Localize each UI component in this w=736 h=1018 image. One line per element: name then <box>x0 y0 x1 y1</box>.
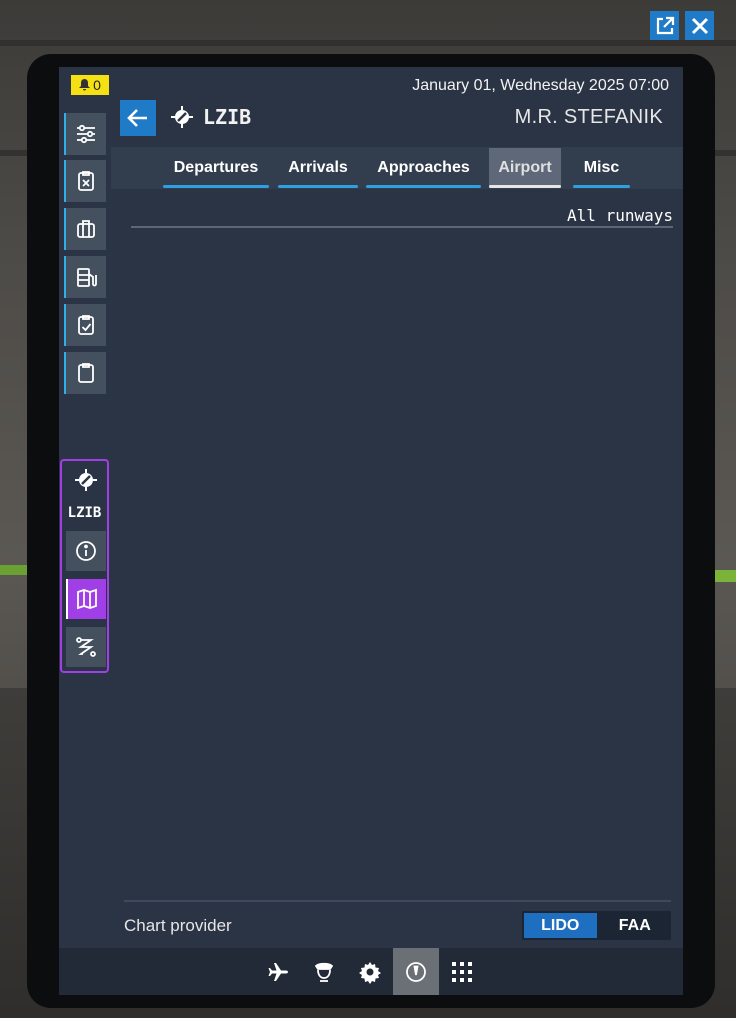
airport-info-button[interactable] <box>66 531 106 571</box>
airport-route-button[interactable] <box>66 627 106 667</box>
fuel-icon <box>77 268 97 287</box>
divider <box>131 226 673 228</box>
efb-screen: 0 LZIB January 01, Wednesday 2025 07:00 … <box>59 67 683 995</box>
provider-option-lido[interactable]: LIDO <box>524 913 597 938</box>
clipboard-x-icon <box>78 171 94 191</box>
tab-label: Departures <box>173 159 259 176</box>
sidebar-item-fuel[interactable] <box>64 256 106 298</box>
airport-name: M.R. STEFANIK <box>514 106 663 128</box>
clipboard-check-icon <box>78 315 94 335</box>
provider-option-faa[interactable]: FAA <box>599 911 672 940</box>
tab-airport[interactable]: Airport <box>489 148 561 188</box>
bg-beam <box>0 40 736 46</box>
gear-icon[interactable] <box>347 948 393 995</box>
tab-approaches[interactable]: Approaches <box>366 148 481 188</box>
sliders-icon <box>77 124 95 144</box>
back-button[interactable] <box>120 100 156 136</box>
sidebar-item-weight[interactable] <box>64 160 106 202</box>
notification-count: 0 <box>93 77 101 93</box>
sidebar: 0 LZIB <box>59 67 111 948</box>
airport-group-label: LZIB <box>67 505 102 521</box>
clipboard-icon <box>78 363 94 383</box>
chart-provider-toggle: LIDO FAA <box>522 911 671 940</box>
pilot-icon[interactable] <box>301 948 347 995</box>
tab-label: Misc <box>583 159 620 176</box>
chart-provider-label: Chart provider <box>124 916 232 935</box>
tab-arrivals[interactable]: Arrivals <box>278 148 358 188</box>
external-link-icon[interactable] <box>650 11 679 40</box>
runway-filter[interactable]: All runways <box>567 206 673 225</box>
airport-charts-button[interactable] <box>66 579 106 619</box>
sidebar-item-notes[interactable] <box>64 352 106 394</box>
sidebar-item-checklist[interactable] <box>64 304 106 346</box>
notification-badge[interactable]: 0 <box>71 75 109 95</box>
page-title: LZIB <box>169 104 251 130</box>
plane-icon[interactable] <box>255 948 301 995</box>
tab-departures[interactable]: Departures <box>163 148 269 188</box>
arrow-left-icon <box>127 109 147 127</box>
close-icon[interactable] <box>685 11 714 40</box>
airport-group: LZIB <box>60 459 109 673</box>
airport-icon <box>75 469 97 491</box>
tab-label: Approaches <box>377 159 470 176</box>
info-icon <box>76 541 96 561</box>
apps-grid-icon[interactable] <box>439 948 485 995</box>
airport-icon <box>171 106 193 128</box>
window-controls <box>650 11 714 40</box>
icao-code: LZIB <box>203 105 252 129</box>
tab-label: Airport <box>498 159 552 176</box>
main-content: January 01, Wednesday 2025 07:00 LZIB M.… <box>111 67 683 948</box>
tab-misc[interactable]: Misc <box>573 148 630 188</box>
datetime: January 01, Wednesday 2025 07:00 <box>412 77 669 94</box>
bell-icon <box>79 79 91 91</box>
route-icon <box>76 637 96 657</box>
tab-label: Arrivals <box>288 159 348 176</box>
divider <box>124 900 671 902</box>
bottom-nav <box>59 948 683 995</box>
bg-green-stripe <box>0 565 30 575</box>
map-icon <box>77 588 97 610</box>
compass-icon[interactable] <box>393 948 439 995</box>
sidebar-item-cargo[interactable] <box>64 208 106 250</box>
sidebar-item-settings[interactable] <box>64 113 106 155</box>
briefcase-icon <box>77 220 95 238</box>
